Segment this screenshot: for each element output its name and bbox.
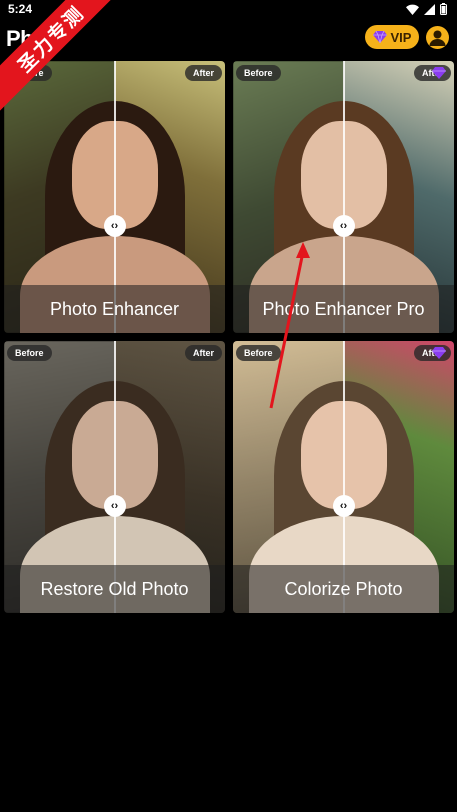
- user-icon: [429, 30, 446, 46]
- compare-handle[interactable]: ‹›: [103, 495, 126, 517]
- card-colorize-photo[interactable]: ‹› Before After Colorize Photo: [233, 341, 454, 613]
- before-tag: Before: [236, 65, 281, 81]
- signal-icon: [424, 3, 435, 15]
- vip-button[interactable]: VIP: [365, 25, 419, 49]
- card-label-band: Photo Enhancer: [4, 285, 225, 333]
- card-photo-enhancer-pro[interactable]: ‹› Before After Photo Enhancer Pro: [233, 61, 454, 333]
- wifi-icon: [406, 4, 419, 15]
- after-tag: After: [184, 345, 222, 361]
- compare-arrows-icon: ‹›: [110, 500, 119, 512]
- compare-arrows-icon: ‹›: [110, 220, 119, 232]
- card-title: Photo Enhancer: [49, 298, 180, 319]
- diamond-icon: [372, 31, 387, 43]
- card-title: Restore Old Photo: [40, 578, 189, 599]
- compare-handle[interactable]: ‹›: [103, 215, 126, 237]
- compare-arrows-icon: ‹›: [339, 500, 348, 512]
- after-tag: After: [184, 65, 222, 81]
- card-title: Photo Enhancer Pro: [262, 298, 425, 319]
- card-label-band: Photo Enhancer Pro: [233, 285, 454, 333]
- card-label-band: Restore Old Photo: [4, 565, 225, 613]
- card-restore-old-photo[interactable]: ‹› Before After Restore Old Photo: [4, 341, 225, 613]
- compare-arrows-icon: ‹›: [339, 220, 348, 232]
- card-label-band: Colorize Photo: [233, 565, 454, 613]
- status-icons: [406, 3, 447, 15]
- before-tag: Before: [7, 345, 52, 361]
- before-tag: Before: [236, 345, 281, 361]
- profile-button[interactable]: [426, 26, 449, 49]
- pro-diamond-icon: [432, 347, 446, 359]
- pro-diamond-icon: [432, 67, 446, 79]
- card-title: Colorize Photo: [284, 578, 403, 599]
- vip-label: VIP: [390, 29, 412, 45]
- compare-handle[interactable]: ‹›: [332, 495, 355, 517]
- compare-handle[interactable]: ‹›: [332, 215, 355, 237]
- battery-icon: [440, 3, 447, 15]
- card-photo-enhancer[interactable]: ‹› Before After Photo Enhancer: [4, 61, 225, 333]
- status-time: 5:24: [8, 2, 33, 16]
